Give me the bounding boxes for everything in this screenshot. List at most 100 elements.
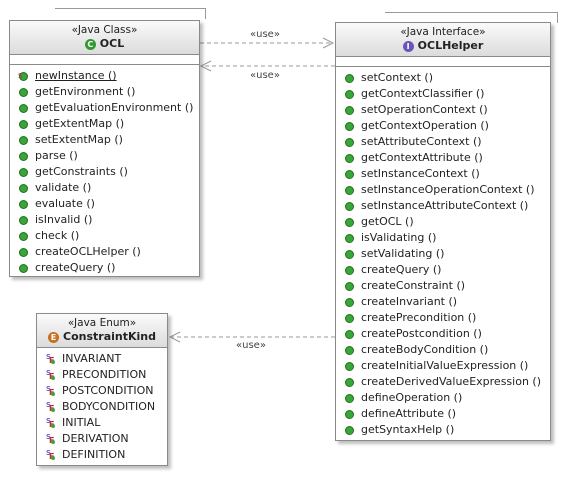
method-label: getContextClassifier () <box>361 87 485 100</box>
use-label-1: «use» <box>250 29 280 40</box>
public-method-icon <box>19 135 28 145</box>
method-item[interactable]: setContext () <box>336 70 550 86</box>
public-method-icon <box>345 201 354 211</box>
method-item[interactable]: validate () <box>10 180 199 196</box>
method-label: getContextAttribute () <box>361 151 483 164</box>
method-item[interactable]: defineAttribute () <box>336 406 550 422</box>
enum-literal-item[interactable]: SF BODYCONDITION <box>37 399 167 415</box>
static-final-field-icon: SF <box>46 401 58 413</box>
method-item[interactable]: isInvalid () <box>10 212 199 228</box>
method-item[interactable]: setValidating () <box>336 246 550 262</box>
method-item[interactable]: isValidating () <box>336 230 550 246</box>
method-item[interactable]: createBodyCondition () <box>336 342 550 358</box>
public-method-icon <box>19 215 28 225</box>
literal-label: INVARIANT <box>62 352 122 365</box>
method-item[interactable]: createPostcondition () <box>336 326 550 342</box>
method-item[interactable]: createInvariant () <box>336 294 550 310</box>
method-item[interactable]: createPrecondition () <box>336 310 550 326</box>
use-label-3: «use» <box>236 340 266 351</box>
method-label: createInvariant () <box>361 295 458 308</box>
public-method-icon <box>345 329 354 339</box>
method-item[interactable]: createQuery () <box>336 262 550 278</box>
method-label: getEnvironment () <box>35 85 136 98</box>
public-method-icon <box>345 393 354 403</box>
oclhelper-interface-box[interactable]: «Java Interface» I OCLHelper setContext … <box>335 22 551 441</box>
public-method-icon <box>345 409 354 419</box>
method-item[interactable]: getConstraints () <box>10 164 199 180</box>
method-item[interactable]: createOCLHelper () <box>10 244 199 260</box>
public-method-icon <box>345 297 354 307</box>
method-item[interactable]: evaluate () <box>10 196 199 212</box>
public-method-icon <box>345 361 354 371</box>
method-label: setExtentMap () <box>35 133 123 146</box>
public-method-icon <box>19 119 28 129</box>
enum-literal-item[interactable]: SF INVARIANT <box>37 351 167 367</box>
method-item[interactable]: getOCL () <box>336 214 550 230</box>
literal-label: INITIAL <box>62 416 101 429</box>
method-item[interactable]: setOperationContext () <box>336 102 550 118</box>
method-item[interactable]: createDerivedValueExpression () <box>336 374 550 390</box>
enum-literal-item[interactable]: SF POSTCONDITION <box>37 383 167 399</box>
method-item[interactable]: setInstanceAttributeContext () <box>336 198 550 214</box>
method-item[interactable]: setInstanceOperationContext () <box>336 182 550 198</box>
method-item[interactable]: getEvaluationEnvironment () <box>10 100 199 116</box>
method-item[interactable]: getContextAttribute () <box>336 150 550 166</box>
method-label: createPrecondition () <box>361 311 477 324</box>
method-label: evaluate () <box>35 197 95 210</box>
oclhelper-title: I OCLHelper <box>336 39 550 56</box>
public-method-icon <box>19 263 28 273</box>
method-label: setInstanceOperationContext () <box>361 183 535 196</box>
static-final-field-icon: SF <box>46 449 58 461</box>
public-method-icon <box>19 167 28 177</box>
enum-literal-item[interactable]: SF INITIAL <box>37 415 167 431</box>
ocl-stereotype: «Java Class» <box>71 24 138 36</box>
method-label: getSyntaxHelp () <box>361 423 455 436</box>
public-method-icon <box>345 169 354 179</box>
method-item[interactable]: setAttributeContext () <box>336 134 550 150</box>
enum-literal-item[interactable]: SF DEFINITION <box>37 447 167 463</box>
public-method-icon <box>345 105 354 115</box>
method-item[interactable]: getContextClassifier () <box>336 86 550 102</box>
enum-icon: E <box>48 331 59 343</box>
method-item[interactable]: parse () <box>10 148 199 164</box>
constraintkind-enum-box[interactable]: «Java Enum» E ConstraintKind SF INVARIANT… <box>36 313 168 466</box>
method-label: setInstanceContext () <box>361 167 480 180</box>
public-method-icon <box>345 281 354 291</box>
public-method-icon <box>345 153 354 163</box>
method-item[interactable]: createConstraint () <box>336 278 550 294</box>
method-item[interactable]: getExtentMap () <box>10 116 199 132</box>
method-item[interactable]: check () <box>10 228 199 244</box>
oclhelper-methods: setContext () getContextClassifier () se… <box>336 67 550 440</box>
method-label: defineOperation () <box>361 391 463 404</box>
method-item[interactable]: defineOperation () <box>336 390 550 406</box>
static-final-field-icon: SF <box>46 417 58 429</box>
method-label: getOCL () <box>361 215 414 228</box>
use-label-2: «use» <box>250 70 280 81</box>
method-item[interactable]: S newInstance () <box>10 68 199 84</box>
public-method-icon <box>345 137 354 147</box>
oclhelper-name: OCLHelper <box>417 39 484 52</box>
literal-label: BODYCONDITION <box>62 400 156 413</box>
public-method-icon <box>19 199 28 209</box>
ocl-methods: S newInstance () getEnvironment () getEv… <box>10 65 199 278</box>
method-item[interactable]: setExtentMap () <box>10 132 199 148</box>
method-item[interactable]: getEnvironment () <box>10 84 199 100</box>
ocl-class-box[interactable]: «Java Class» C OCL S newInstance () getE… <box>9 20 200 277</box>
method-label: newInstance () <box>35 69 117 82</box>
method-item[interactable]: getSyntaxHelp () <box>336 422 550 438</box>
method-label: createOCLHelper () <box>35 245 141 258</box>
class-icon: C <box>84 38 96 50</box>
method-label: getContextOperation () <box>361 119 489 132</box>
enum-literal-item[interactable]: SF DERIVATION <box>37 431 167 447</box>
method-item[interactable]: createInitialValueExpression () <box>336 358 550 374</box>
method-item[interactable]: getContextOperation () <box>336 118 550 134</box>
static-final-field-icon: SF <box>46 369 58 381</box>
method-label: getConstraints () <box>35 165 128 178</box>
public-method-icon <box>19 231 28 241</box>
ocl-header: «Java Class» C OCL <box>10 21 199 55</box>
method-item[interactable]: setInstanceContext () <box>336 166 550 182</box>
ocl-title: C OCL <box>10 37 199 54</box>
enum-literal-item[interactable]: SF PRECONDITION <box>37 367 167 383</box>
literal-label: DERIVATION <box>62 432 129 445</box>
method-item[interactable]: createQuery () <box>10 260 199 276</box>
